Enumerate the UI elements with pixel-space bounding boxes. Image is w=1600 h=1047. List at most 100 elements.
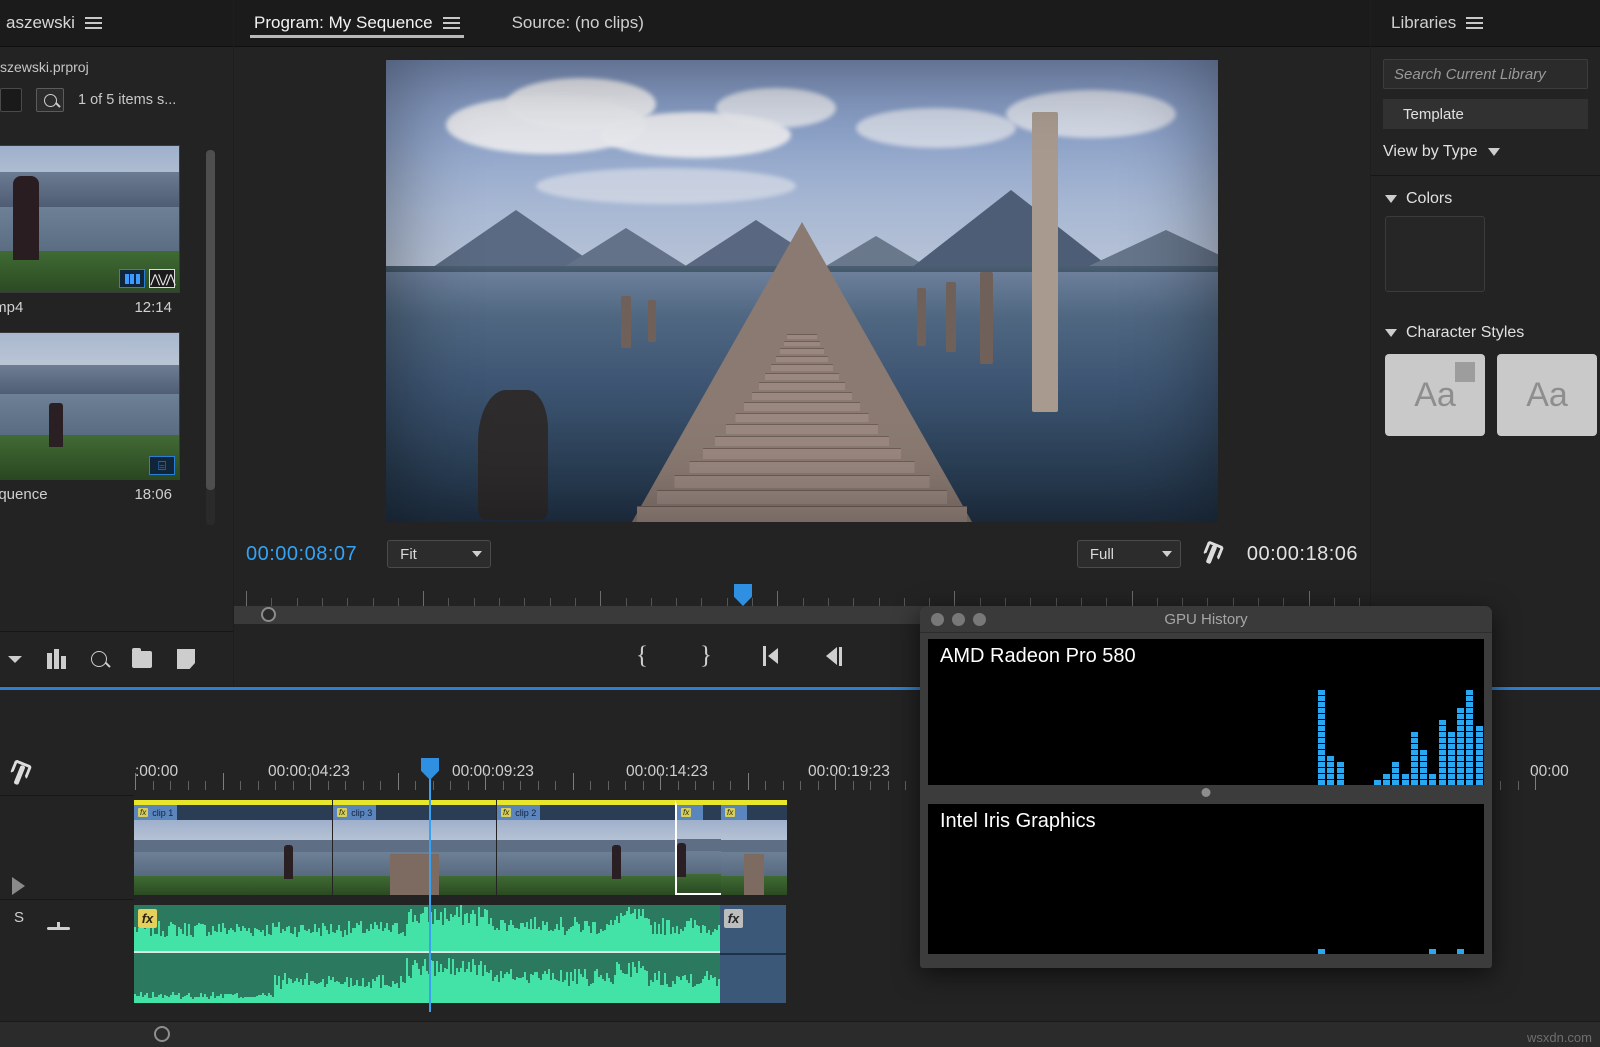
zoom-level-dropdown[interactable]: Fit (387, 540, 491, 568)
tab-program-label: Program: My Sequence (254, 13, 433, 33)
monitor-current-time[interactable]: 00:00:08:07 (246, 543, 357, 566)
chevron-down-icon (472, 551, 482, 557)
timeline-horizontal-scrollbar[interactable] (0, 1021, 1600, 1047)
ruler-tick (450, 781, 451, 790)
track-expand-icon[interactable] (12, 877, 25, 895)
monitor-scrubber[interactable] (234, 578, 1370, 606)
new-item-icon[interactable] (177, 649, 195, 669)
stop-icon[interactable] (885, 643, 911, 669)
item-thumbnail: ⌸ (0, 332, 180, 480)
ruler-tick (1518, 781, 1519, 790)
mark-in-icon[interactable]: { (629, 643, 655, 669)
list-item[interactable]: ⋀⋁⋀ .mp4 12:14 (0, 145, 180, 326)
go-to-in-icon[interactable] (757, 643, 783, 669)
wrench-icon[interactable] (1203, 543, 1225, 565)
character-style-tile[interactable]: Aa (1497, 354, 1597, 436)
hamburger-icon[interactable] (443, 17, 460, 30)
fx-badge-icon: fx (138, 909, 157, 928)
gpu-bar (1392, 762, 1399, 785)
clip-thumbnail (497, 820, 694, 895)
gpu-history-window[interactable]: GPU History AMD Radeon Pro 580 Intel Iri… (920, 606, 1492, 968)
character-style-tile[interactable]: Aa (1385, 354, 1485, 436)
ruler-tick (310, 773, 311, 790)
gpu-bar (1439, 720, 1446, 785)
gpu-graph-resize-handle[interactable] (920, 785, 1492, 798)
scrollbar-left-handle[interactable] (154, 1026, 170, 1042)
timeline-clip[interactable]: fxclip 2 (497, 800, 694, 895)
ruler-tick (695, 781, 696, 790)
waveform-icon: ⋀⋁⋀ (149, 269, 175, 288)
ruler-tick (870, 781, 871, 790)
zoom-handle-left[interactable] (261, 607, 276, 622)
audio-waveform (134, 905, 720, 953)
scrubber-ticks (234, 590, 1370, 606)
mark-out-icon[interactable]: } (693, 643, 719, 669)
gpu-bar (1411, 732, 1418, 785)
tab-libraries[interactable]: Libraries (1385, 0, 1489, 46)
section-character-styles[interactable]: Character Styles (1371, 292, 1600, 350)
timeline-clip[interactable]: fxclip 1 (134, 800, 332, 895)
gpu-bar (1429, 949, 1436, 954)
search-input[interactable]: Search Current Library (1383, 59, 1588, 89)
tab-source[interactable]: Source: (no clips) (506, 0, 650, 46)
audio-clip[interactable]: fx (720, 905, 786, 1003)
fx-badge-icon: fx (725, 808, 735, 817)
ruler-tick (293, 781, 294, 790)
ruler-tick (135, 773, 136, 790)
monitor-tabbar: Program: My Sequence Source: (no clips) (234, 0, 1370, 47)
ruler-tick (380, 781, 381, 790)
solo-icon[interactable]: S (14, 909, 24, 926)
view-by-type-dropdown[interactable]: View by Type (1383, 137, 1588, 167)
audio-clip[interactable]: fx (134, 905, 720, 1003)
library-name: Template (1403, 106, 1464, 123)
disclosure-triangle-icon[interactable] (1385, 195, 1397, 203)
project-filename: szewski.prproj (0, 47, 233, 83)
new-bin-icon[interactable] (132, 651, 152, 668)
gpu-graph-amd: AMD Radeon Pro 580 (928, 639, 1484, 785)
libraries-panel: Libraries Search Current Library Templat… (1371, 0, 1600, 686)
project-item-list[interactable]: ⋀⋁⋀ .mp4 12:14 (0, 145, 210, 626)
monitor-bottombar: 00:00:08:07 Fit Full 00:00:18:06 (234, 534, 1370, 574)
ruler-label: 00:00:14:23 (626, 763, 708, 781)
find-icon[interactable] (36, 88, 64, 112)
chevron-down-icon[interactable] (8, 656, 22, 663)
gpu-bar (1402, 774, 1409, 785)
clip-thumbnail (677, 820, 723, 893)
search-icon[interactable] (91, 651, 107, 667)
ruler-tick (275, 781, 276, 790)
playback-quality-dropdown[interactable]: Full (1077, 540, 1181, 568)
libraries-tabbar: Libraries (1371, 0, 1600, 47)
timeline-clip[interactable]: fx (721, 800, 787, 895)
color-swatch[interactable] (1385, 216, 1485, 292)
film-strip-icon (119, 269, 145, 288)
tab-program[interactable]: Program: My Sequence (248, 0, 466, 46)
ruler-tick (818, 781, 819, 790)
library-selector[interactable]: Template (1383, 99, 1588, 129)
tab-project[interactable]: aszewski (0, 0, 108, 46)
project-swatch-button[interactable] (0, 88, 22, 112)
clip-name: clip 2 (515, 808, 536, 818)
step-back-icon[interactable] (821, 643, 847, 669)
ruler-tick (363, 781, 364, 790)
gpu-history-titlebar[interactable]: GPU History (920, 606, 1492, 633)
project-scrollbar[interactable] (206, 150, 215, 525)
disclosure-triangle-icon[interactable] (1385, 329, 1397, 337)
ruler-tick (328, 781, 329, 790)
timeline-playhead[interactable] (429, 772, 431, 1012)
program-video-frame[interactable] (386, 60, 1218, 522)
list-item[interactable]: ⌸ equence 18:06 (0, 332, 180, 513)
gpu-history-title: GPU History (920, 611, 1492, 628)
section-colors[interactable]: Colors (1371, 176, 1600, 216)
item-meta: equence 18:06 (0, 480, 180, 513)
hamburger-icon[interactable] (1466, 17, 1483, 30)
hamburger-icon[interactable] (85, 17, 102, 30)
list-view-icon[interactable] (47, 649, 66, 669)
gpu-bar (1337, 762, 1344, 785)
style-corner-icon (1455, 362, 1475, 382)
timeline-clip[interactable]: fxclip 3 (333, 800, 496, 895)
ruler-tick (433, 781, 434, 790)
add-marker-icon[interactable] (565, 643, 591, 669)
timeline-clip[interactable]: fx (675, 800, 725, 895)
tab-source-label: Source: (no clips) (512, 13, 644, 33)
ruler-tick (188, 781, 189, 790)
